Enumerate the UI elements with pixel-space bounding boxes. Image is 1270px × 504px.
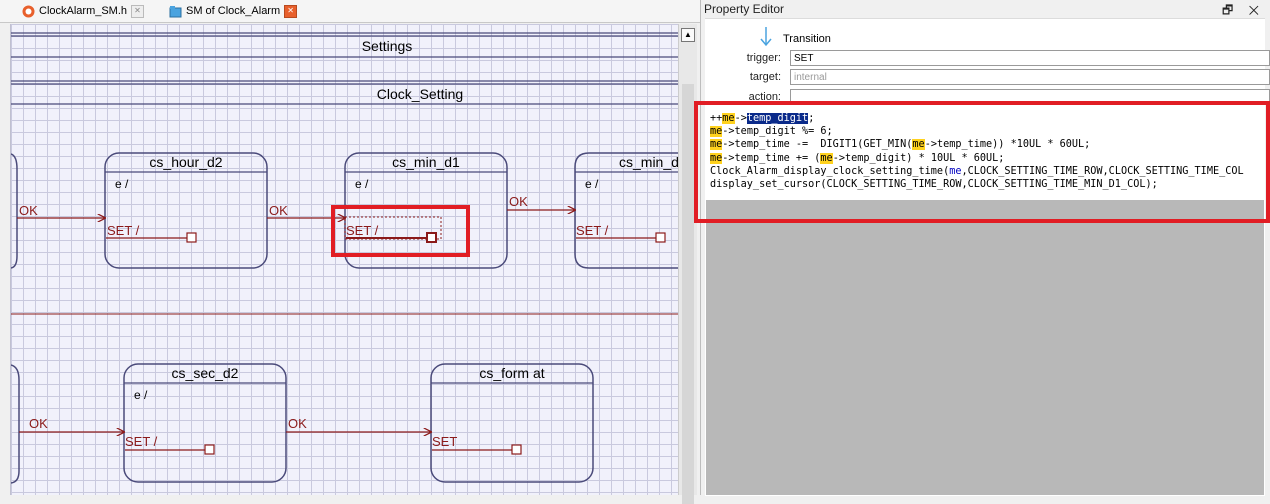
- entry-action: e /: [115, 177, 129, 191]
- diagram-svg: Settings Clock_Setting cs_hour_d2 e / SE…: [11, 32, 679, 484]
- state-machine-icon: [169, 5, 182, 18]
- state-machine-canvas[interactable]: Settings Clock_Setting cs_hour_d2 e / SE…: [10, 24, 679, 495]
- state-name: cs_sec_d2: [172, 365, 239, 381]
- transition-arrow-icon: [759, 27, 773, 50]
- set-transition-label[interactable]: SET /: [125, 434, 158, 449]
- property-editor-title: Property Editor: [704, 2, 785, 16]
- close-icon[interactable]: ✕: [284, 4, 298, 18]
- highlight-box-action-code: [694, 101, 1270, 223]
- tab-label: ClockAlarm_SM.h: [39, 5, 128, 17]
- entry-action: e /: [355, 177, 369, 191]
- vertical-scrollbar[interactable]: ▲: [678, 24, 697, 504]
- state-name: cs_hour_d2: [149, 154, 222, 170]
- ok-label: OK: [288, 416, 307, 431]
- trigger-field[interactable]: SET: [790, 50, 1270, 66]
- state-cs-format[interactable]: cs_form at SET: [430, 363, 594, 483]
- ok-label: OK: [509, 194, 528, 209]
- ok-label: OK: [269, 203, 288, 218]
- state-name: cs_min_d: [619, 154, 679, 170]
- tab-clockalarm-sm-h[interactable]: ClockAlarm_SM.h ✕: [16, 2, 150, 20]
- scroll-thumb[interactable]: [682, 84, 694, 504]
- highlight-box-selected-transition: [331, 205, 470, 257]
- file-header-icon: [22, 5, 35, 18]
- trigger-label: trigger:: [746, 52, 781, 64]
- set-transition-label[interactable]: SET /: [107, 223, 140, 238]
- state-cs-sec-d2[interactable]: cs_sec_d2 e / SET /: [123, 363, 287, 483]
- ok-transition[interactable]: OK: [507, 194, 575, 210]
- target-field[interactable]: internal: [790, 69, 1270, 85]
- element-type-label: Transition: [783, 32, 831, 45]
- close-icon[interactable]: ✕: [131, 4, 145, 18]
- transition-header: Transition: [759, 27, 831, 50]
- editor-tab-bar: ClockAlarm_SM.h ✕ SM of Clock_Alarm ✕: [0, 0, 700, 23]
- target-label: target:: [749, 71, 781, 83]
- state-name: cs_min_d1: [392, 154, 460, 170]
- ok-transition[interactable]: OK: [286, 416, 431, 432]
- state-cs-hour-d2[interactable]: cs_hour_d2 e / SET /: [104, 152, 268, 269]
- ok-transition[interactable]: OK: [19, 416, 124, 432]
- code-editor-empty-area: [706, 200, 1264, 495]
- ok-label: OK: [29, 416, 48, 431]
- state-cs-min-d[interactable]: cs_min_d e / SET /: [574, 152, 679, 269]
- entry-action: e /: [585, 177, 599, 191]
- tab-label: SM of Clock_Alarm: [186, 5, 281, 17]
- superstate-clock-setting-label[interactable]: Clock_Setting: [377, 86, 463, 102]
- ok-transition[interactable]: OK: [17, 203, 105, 218]
- set-transition-label[interactable]: SET: [432, 434, 457, 449]
- ok-label: OK: [19, 203, 38, 218]
- scroll-up-arrow-icon[interactable]: ▲: [681, 28, 695, 42]
- entry-action: e /: [134, 388, 148, 402]
- state-name: cs_form at: [479, 365, 544, 381]
- set-transition-label[interactable]: SET /: [576, 223, 609, 238]
- superstate-settings-label[interactable]: Settings: [362, 38, 413, 54]
- tab-sm-of-clock-alarm[interactable]: SM of Clock_Alarm ✕: [163, 2, 303, 20]
